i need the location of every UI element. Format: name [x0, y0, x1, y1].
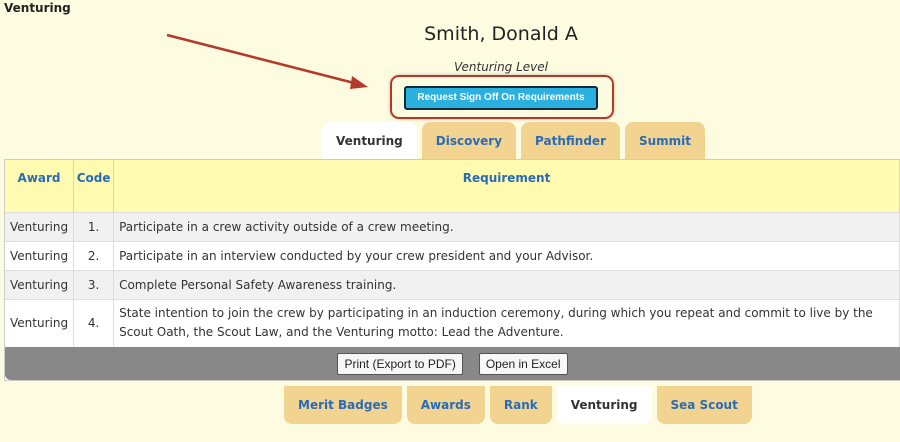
table-row: Venturing 4. State intention to join the…: [5, 298, 900, 347]
table-row: Venturing 1. Participate in a crew activ…: [5, 211, 900, 241]
tab-awards[interactable]: Awards: [406, 386, 485, 424]
request-signoff-button[interactable]: Request Sign Off On Requirements: [404, 86, 598, 110]
requirement-cell: Complete Personal Safety Awareness train…: [113, 269, 900, 299]
page-section-label: Venturing: [4, 1, 71, 15]
tab-venturing[interactable]: Venturing: [322, 122, 417, 159]
tab-venturing-program[interactable]: Venturing: [556, 386, 652, 424]
column-header-award[interactable]: Award: [5, 160, 75, 212]
tab-merit-badges[interactable]: Merit Badges: [284, 386, 402, 424]
code-cell: 2.: [73, 240, 115, 270]
award-cell: Venturing: [5, 298, 75, 347]
table-row: Venturing 3. Complete Personal Safety Aw…: [5, 269, 900, 299]
requirement-cell: Participate in an interview conducted by…: [113, 240, 900, 270]
tab-sea-scout[interactable]: Sea Scout: [656, 386, 752, 424]
column-header-requirement[interactable]: Requirement: [113, 160, 900, 212]
tab-rank[interactable]: Rank: [489, 386, 552, 424]
print-pdf-button[interactable]: Print (Export to PDF): [337, 352, 463, 375]
open-excel-button[interactable]: Open in Excel: [478, 352, 568, 375]
requirement-cell: State intention to join the crew by part…: [113, 298, 900, 347]
person-name: Smith, Donald A: [424, 23, 578, 45]
program-tabs: Merit Badges Awards Rank Venturing Sea S…: [284, 386, 752, 424]
award-cell: Venturing: [5, 211, 75, 241]
column-header-code[interactable]: Code: [73, 160, 115, 212]
table-footer: Print (Export to PDF) Open in Excel: [5, 347, 900, 380]
code-cell: 1.: [73, 211, 115, 241]
award-tabs: Venturing Discovery Pathfinder Summit: [322, 122, 706, 159]
level-subtitle: Venturing Level: [454, 60, 548, 74]
table-row: Venturing 2. Participate in an interview…: [5, 240, 900, 270]
requirements-table: Award Code Requirement Venturing 1. Part…: [4, 159, 900, 381]
code-cell: 3.: [73, 269, 115, 299]
tab-pathfinder[interactable]: Pathfinder: [521, 122, 620, 159]
code-cell: 4.: [73, 298, 115, 347]
award-cell: Venturing: [5, 240, 75, 270]
tab-discovery[interactable]: Discovery: [421, 122, 517, 159]
award-cell: Venturing: [5, 269, 75, 299]
tab-summit[interactable]: Summit: [624, 122, 706, 159]
requirement-cell: Participate in a crew activity outside o…: [113, 211, 900, 241]
